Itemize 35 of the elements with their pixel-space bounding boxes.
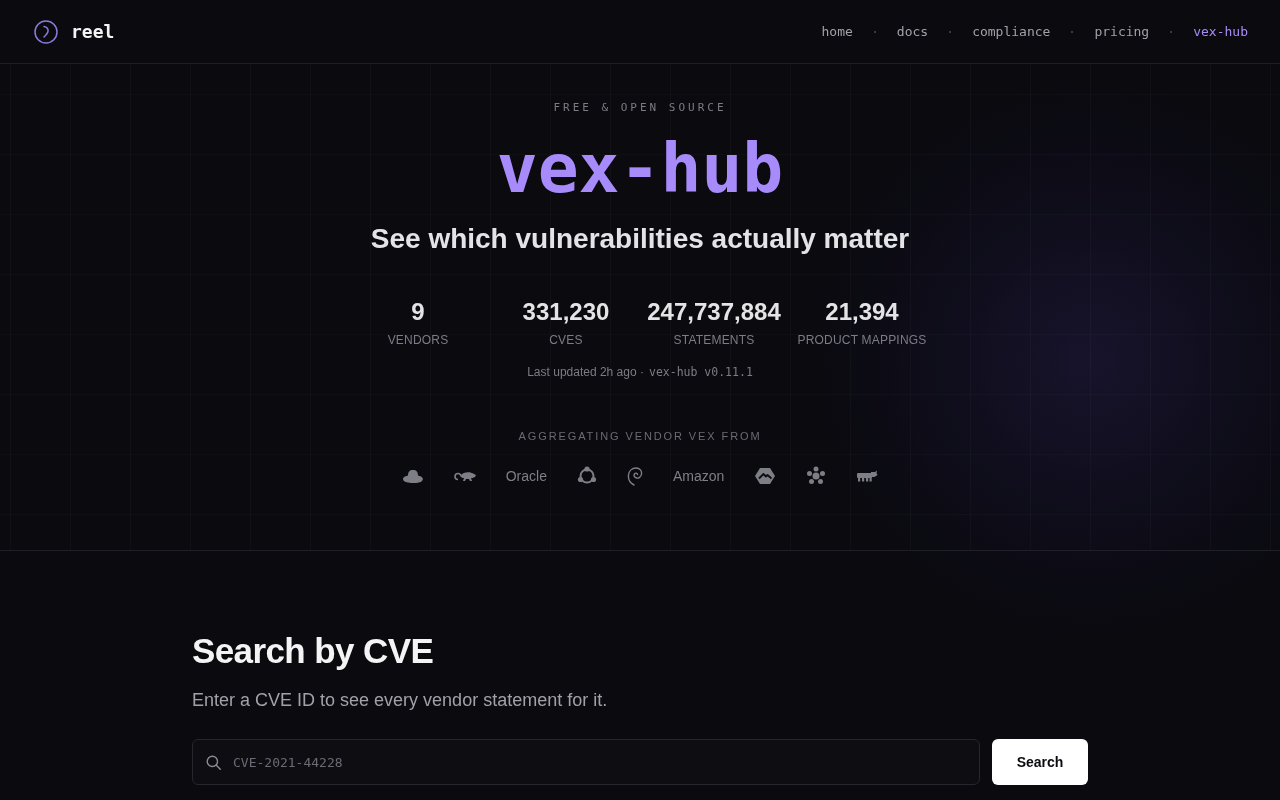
search-field[interactable]: CVE-2021-44228 <box>192 739 980 785</box>
ring-of-dots-icon <box>576 466 597 486</box>
updated-text: Last updated 2h ago · <box>527 364 644 380</box>
stat-label: PRODUCT MAPPINGS <box>797 332 927 348</box>
chameleon-icon <box>453 470 476 482</box>
stat-label: STATEMENTS <box>673 332 755 348</box>
stat-label: VENDORS <box>387 332 449 348</box>
hat-icon <box>401 469 424 483</box>
version-text: vex-hub v0.11.1 <box>648 364 753 380</box>
spiral-circle-icon[interactable] <box>34 19 58 44</box>
nav-link[interactable]: home <box>821 24 853 39</box>
nav-link[interactable]: vex-hub <box>1193 24 1248 39</box>
nav-link[interactable]: compliance <box>972 24 1051 39</box>
stat-value: 247,737,884 <box>647 297 781 327</box>
swirl-icon <box>626 466 643 486</box>
eyebrow-text: FREE & OPEN SOURCE <box>553 100 727 116</box>
nav-link[interactable]: docs <box>896 24 929 39</box>
search-heading: Search by CVE <box>192 630 435 672</box>
search-description: Enter a CVE ID to see every vendor statement for it. <box>192 689 609 712</box>
hexagon-mountain-icon <box>754 467 777 485</box>
hero-subtitle: See which vulnerabilities actually matter <box>370 222 910 256</box>
search-button[interactable]: Search <box>992 739 1088 785</box>
stat-value: 21,394 <box>825 297 899 327</box>
nav-link[interactable]: pricing <box>1094 24 1150 39</box>
stat-value: 9 <box>411 297 425 327</box>
cow-icon <box>856 470 879 482</box>
search-icon <box>206 754 221 770</box>
stat-value: 331,230 <box>522 297 610 327</box>
hero-title: vex-hub <box>496 133 784 205</box>
vendor-wordmark: Amazon <box>672 468 725 484</box>
brand-name[interactable]: reel <box>71 21 115 42</box>
flower-icon <box>806 466 827 486</box>
stat-label: CVES <box>549 332 583 348</box>
vendor-wordmark: Oracle <box>505 468 547 484</box>
vendors-heading: AGGREGATING VENDOR VEX FROM <box>518 429 762 443</box>
